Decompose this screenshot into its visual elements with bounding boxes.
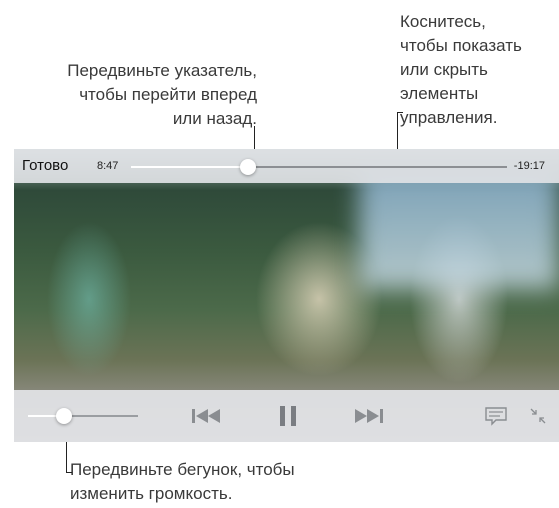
- exit-fullscreen-icon: [530, 408, 546, 424]
- scrubber-thumb[interactable]: [239, 159, 256, 175]
- pause-button[interactable]: [274, 402, 302, 430]
- top-control-bar: Готово 8:47 -19:17: [14, 149, 559, 183]
- scrubber-progress: [131, 166, 248, 168]
- pause-icon: [280, 406, 296, 426]
- volume-leader-tick: [66, 472, 72, 473]
- scrubber-track[interactable]: [131, 159, 507, 175]
- skip-back-button[interactable]: [189, 405, 225, 427]
- remaining-time: -19:17: [513, 160, 545, 172]
- bottom-control-bar: [14, 390, 559, 442]
- volume-callout: Передвиньте бегунок, чтобы изменить гром…: [70, 460, 295, 503]
- skip-forward-button[interactable]: [350, 405, 386, 427]
- controls-callout: Коснитесь, чтобы показать или скрыть эле…: [400, 12, 522, 127]
- volume-slider[interactable]: [28, 408, 138, 424]
- done-button[interactable]: Готово: [22, 157, 68, 174]
- scrubber-callout: Передвиньте указатель, чтобы перейти впе…: [67, 61, 257, 128]
- volume-thumb[interactable]: [56, 408, 73, 424]
- subtitles-button[interactable]: [484, 406, 508, 426]
- skip-forward-icon: [355, 409, 383, 423]
- video-image: [359, 169, 559, 289]
- skip-back-icon: [192, 409, 220, 423]
- subtitles-icon: [485, 407, 507, 426]
- controls-leader-tick: [397, 112, 403, 113]
- exit-fullscreen-button[interactable]: [529, 407, 547, 425]
- elapsed-time: 8:47: [97, 160, 119, 172]
- video-frame[interactable]: Готово 8:47 -19:17: [14, 149, 559, 442]
